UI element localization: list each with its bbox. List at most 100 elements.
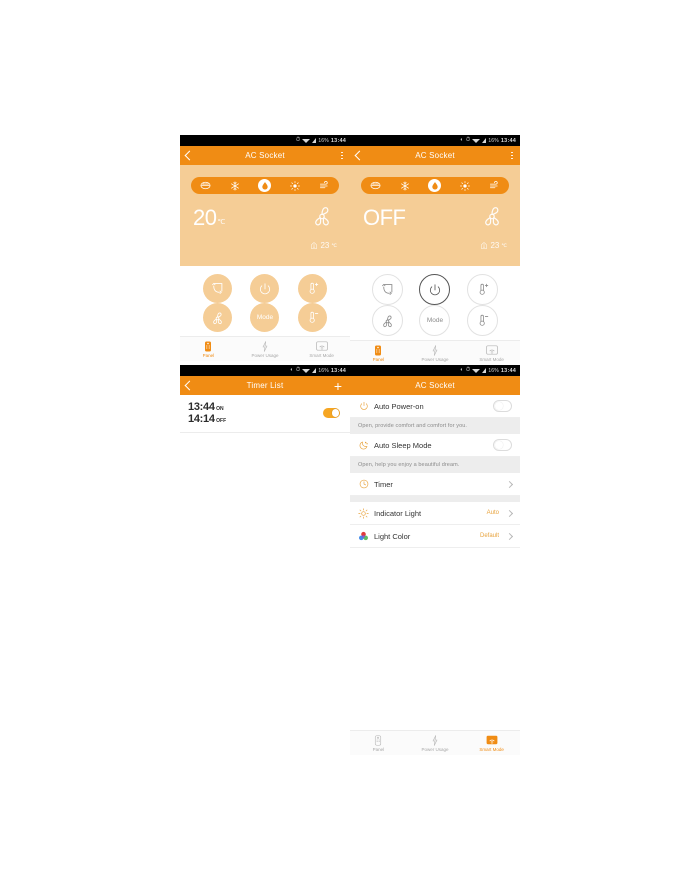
contrast-icon: ◐: [460, 366, 464, 373]
status-bar: ◐ ⏱ 16% 13:44: [350, 365, 520, 376]
moon-icon: [358, 440, 369, 451]
setting-label: Auto Sleep Mode: [374, 440, 432, 450]
fan-speed-button[interactable]: [372, 305, 404, 336]
mode-auto-icon[interactable]: auto: [369, 179, 382, 192]
grid-cell: [289, 303, 336, 332]
mode-selector[interactable]: auto: [191, 177, 339, 194]
power-button[interactable]: [419, 274, 451, 305]
nav-item-panel[interactable]: Panel: [180, 341, 237, 358]
nav-item-panel[interactable]: Panel: [350, 734, 407, 752]
indoor-temperature: 23 ℃: [310, 241, 337, 250]
battery-level: 16%: [318, 137, 329, 144]
mode-cool-icon[interactable]: [399, 179, 412, 192]
nav-label: Panel: [372, 356, 385, 362]
nav-item-power-usage[interactable]: Power Usage: [237, 340, 294, 358]
target-temperature: 20 ℃: [193, 207, 225, 229]
temp-up-button[interactable]: [297, 274, 327, 303]
timer-on-suffix: ON: [216, 406, 224, 412]
setting-row-light-color[interactable]: Light Color Default: [350, 525, 520, 548]
mode-wind-icon[interactable]: [488, 179, 501, 192]
wifi-icon: [302, 138, 311, 143]
fan-speed-button[interactable]: [203, 303, 233, 332]
temp-down-button[interactable]: [297, 303, 327, 332]
nav-label: Power Usage: [421, 746, 449, 752]
nav-label: Smart Mode: [309, 352, 334, 358]
nav-item-power-usage[interactable]: Power Usage: [407, 734, 464, 752]
timer-toggle[interactable]: [323, 408, 340, 418]
power-button[interactable]: [250, 274, 280, 303]
nav-label: Smart Mode: [479, 356, 504, 362]
timer-list-body: 13:44 ON 14:14 OFF: [180, 395, 350, 755]
mode-dry-icon[interactable]: [428, 179, 442, 192]
setting-row-auto-sleep-mode[interactable]: Auto Sleep Mode: [350, 434, 520, 457]
hero-section: auto: [180, 165, 350, 266]
setting-label: Light Color: [374, 531, 411, 541]
mode-cool-icon[interactable]: [229, 179, 242, 192]
nav-item-power-usage[interactable]: Power Usage: [407, 344, 464, 362]
overflow-menu-icon[interactable]: [341, 151, 343, 160]
status-bar: ⏱ 16% 13:44: [180, 135, 350, 146]
collage-row-bottom: ◐ ⏱ 16% 13:44 Timer List + 13:44 ON 14:1…: [180, 365, 520, 755]
nav-item-smart-mode[interactable]: Smart Mode: [293, 341, 350, 358]
mode-button[interactable]: Mode: [419, 305, 451, 336]
setting-row-timer[interactable]: Timer: [350, 473, 520, 496]
signal-icon: [482, 138, 487, 143]
auto-sleep-mode-toggle[interactable]: [493, 439, 512, 451]
mode-heat-icon[interactable]: [458, 179, 471, 192]
signal-icon: [482, 368, 487, 373]
temp-up-button[interactable]: [466, 274, 498, 305]
wifi-icon: [472, 138, 481, 143]
empty-space: [350, 548, 520, 730]
timer-times: 13:44 ON 14:14 OFF: [188, 401, 226, 425]
auto-power-on-toggle[interactable]: [493, 400, 512, 412]
grid-cell: [194, 274, 241, 303]
collage-row-top: ⏱ 16% 13:44 AC Socket auto 20 ℃ 23 ℃ Mod…: [180, 135, 520, 365]
mode-wind-icon[interactable]: [318, 179, 331, 192]
screenshot-collage: ⏱ 16% 13:44 AC Socket auto 20 ℃ 23 ℃ Mod…: [180, 135, 520, 755]
nav-item-smart-mode[interactable]: Smart Mode: [463, 345, 520, 362]
setting-value: Default: [479, 533, 499, 539]
mode-heat-icon[interactable]: [288, 179, 301, 192]
app-bar: Timer List +: [180, 376, 350, 395]
page-title: AC Socket: [415, 381, 455, 390]
nav-item-panel[interactable]: Panel: [350, 345, 407, 362]
setting-label: Auto Power-on: [374, 401, 424, 411]
control-grid: Mode: [180, 266, 350, 336]
timer-on-time: 13:44: [188, 401, 215, 413]
timer-off-suffix: OFF: [216, 418, 227, 424]
mode-button[interactable]: Mode: [250, 303, 280, 332]
status-bar: ◐ ⏱ 16% 13:44: [350, 135, 520, 146]
swing-button[interactable]: [203, 274, 233, 303]
indoor-temp-value: 23: [490, 241, 500, 250]
grid-cell: [364, 305, 411, 336]
setting-row-auto-power-on[interactable]: Auto Power-on: [350, 395, 520, 418]
alarm-icon: ⏱: [465, 366, 471, 373]
grid-cell: [364, 274, 411, 305]
status-time: 13:44: [330, 137, 346, 144]
battery-level: 16%: [488, 137, 499, 144]
swing-button[interactable]: [372, 274, 404, 305]
nav-item-smart-mode[interactable]: Smart Mode: [463, 735, 520, 752]
mode-auto-icon[interactable]: auto: [199, 179, 212, 192]
setting-row-indicator-light[interactable]: Indicator Light Auto: [350, 502, 520, 525]
app-bar: AC Socket: [350, 146, 520, 165]
power-icon: [358, 401, 369, 412]
overflow-menu-icon[interactable]: [511, 151, 513, 160]
smart-mode-body: Auto Power-on Open, provide comfort and …: [350, 395, 520, 730]
hero-section: auto: [350, 165, 520, 266]
wifi-icon: [302, 368, 311, 373]
page-title: Timer List: [246, 381, 284, 390]
add-timer-button[interactable]: +: [334, 379, 342, 393]
lightning-icon: [261, 340, 269, 352]
setting-description: Open, provide comfort and comfort for yo…: [350, 418, 520, 434]
page-title: AC Socket: [415, 151, 455, 160]
smart-mode-icon: [315, 341, 328, 352]
chevron-right-icon: [505, 532, 514, 540]
status-time: 13:44: [330, 367, 346, 374]
svg-text:auto: auto: [203, 182, 209, 186]
mode-selector[interactable]: auto: [361, 177, 509, 194]
smart-mode-icon: [486, 735, 498, 746]
timer-row[interactable]: 13:44 ON 14:14 OFF: [180, 395, 350, 433]
mode-dry-icon[interactable]: [258, 179, 272, 192]
temp-down-button[interactable]: [466, 305, 498, 336]
